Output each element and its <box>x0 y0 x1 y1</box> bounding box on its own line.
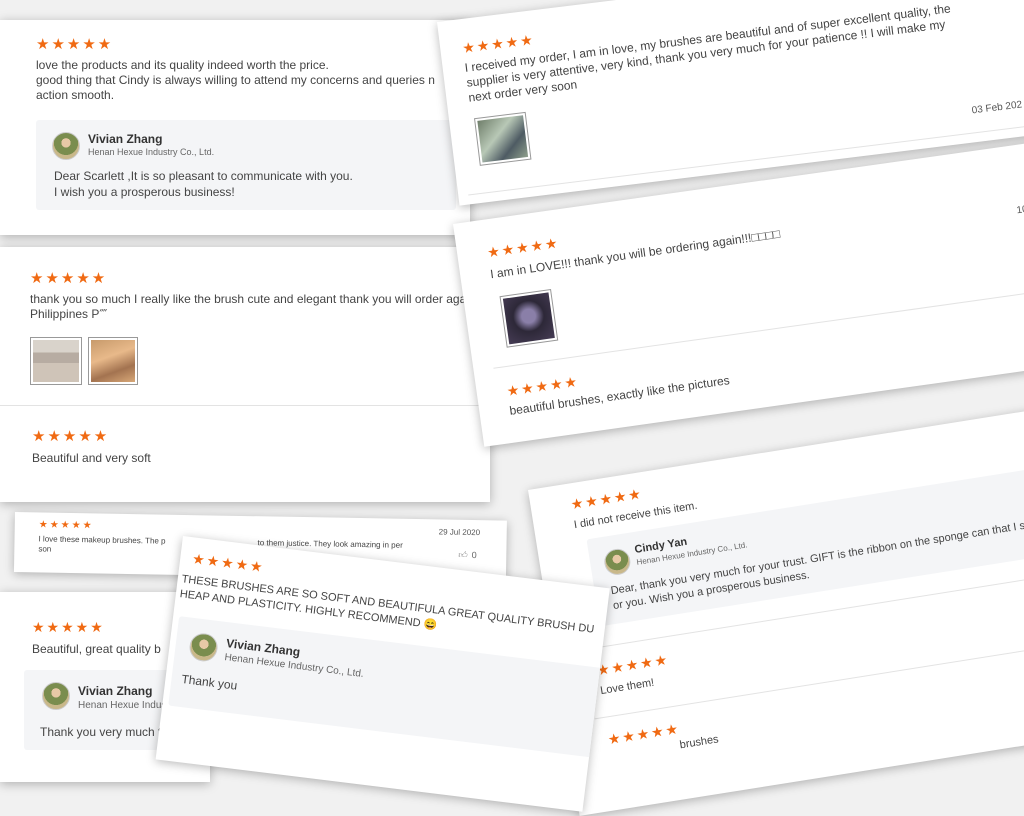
review-text: I received my order, I am in love, my br… <box>464 1 955 105</box>
like-count: 0 <box>471 549 477 561</box>
rating-stars: ★★★★★ <box>595 651 671 679</box>
supplier-reply: Cindy Yan Henan Hexue Industry Co., Ltd.… <box>586 461 1024 627</box>
rating-stars: ★★★★★ <box>38 519 94 532</box>
review-date: 03 Feb 202 <box>971 99 1023 117</box>
review-text-line: Philippines P⁗ <box>30 307 108 321</box>
review-text: thank you so much I really like the brus… <box>30 292 469 322</box>
reply-text: Dear, thank you very much for your trust… <box>610 518 1024 614</box>
like-button[interactable]: 👍︎ 0 <box>458 550 477 561</box>
rating-stars: ★★★★★ <box>569 485 644 513</box>
rating-stars: ★★★★★ <box>32 428 110 445</box>
supplier-reply: Vivian Zhang Henan Hexue Industry Co., L… <box>36 120 456 210</box>
reply-author-name: Vivian Zhang <box>88 132 163 146</box>
reply-text-line: Dear Scarlett ,It is so pleasant to comm… <box>54 169 353 183</box>
divider <box>594 638 1024 720</box>
divider <box>493 287 1024 369</box>
review-photo[interactable] <box>30 337 82 385</box>
divider <box>0 405 490 406</box>
review-text: Love them! <box>599 676 656 698</box>
review-text-line: thank you so much I really like the brus… <box>30 292 469 306</box>
review-text-line: good thing that Cindy is always willing … <box>36 73 435 87</box>
rating-stars: ★★★★★ <box>486 234 561 261</box>
reply-author-name: Vivian Zhang <box>78 684 153 698</box>
avatar <box>602 547 633 577</box>
rating-stars: ★★★★★ <box>30 270 108 287</box>
rating-stars: ★★★★★ <box>36 36 114 53</box>
reply-text: Dear Scarlett ,It is so pleasant to comm… <box>54 168 353 200</box>
avatar <box>52 132 80 160</box>
review-card-vivian: ★★★★★ love the products and its quality … <box>0 20 470 235</box>
thumbs-up-icon: 👍︎ <box>458 549 468 560</box>
review-text: Beautiful and very soft <box>32 451 151 465</box>
review-text-segment: I love these makeup brushes. The p <box>38 534 166 546</box>
review-text-line: action smooth. <box>36 88 115 102</box>
review-date: 29 Jul 2020 <box>438 527 481 538</box>
review-photo[interactable] <box>499 288 559 348</box>
review-text-line: love the products and its quality indeed… <box>36 58 329 72</box>
review-text: brushes <box>678 733 720 752</box>
review-card-philippines: ★★★★★ thank you so much I really like th… <box>0 247 490 502</box>
review-text: love the products and its quality indeed… <box>36 58 435 103</box>
rating-stars: ★★★★★ <box>191 550 266 576</box>
reply-text: Thank you <box>180 671 239 693</box>
reply-company: Henan Hexue Industry Co., Ltd. <box>88 147 215 157</box>
review-date: 10 D <box>1015 203 1024 217</box>
avatar <box>42 682 70 710</box>
reply-text-line: I wish you a prosperous business! <box>54 185 235 200</box>
rating-stars: ★★★★★ <box>32 619 105 635</box>
rating-stars: ★★★★★ <box>606 720 682 748</box>
review-text: Beautiful, great quality b <box>32 642 161 656</box>
rating-stars: ★★★★★ <box>461 31 536 57</box>
review-photo[interactable] <box>88 337 138 385</box>
avatar <box>187 631 220 663</box>
review-photo[interactable] <box>474 111 532 166</box>
